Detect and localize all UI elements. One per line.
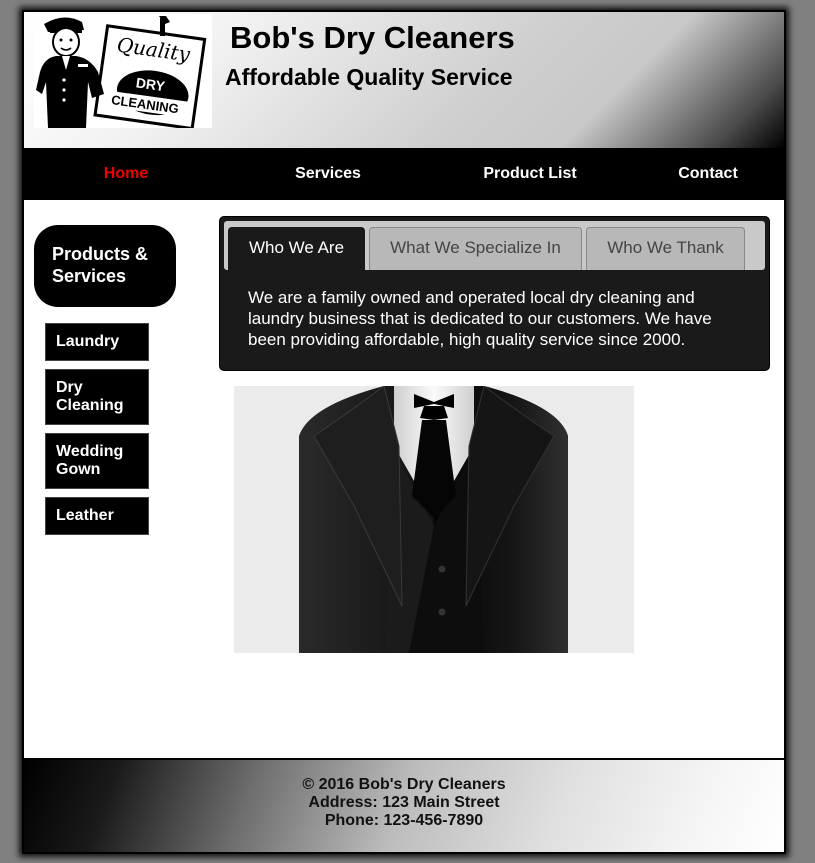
black-tuxedo-suit-image: [234, 385, 634, 653]
tab-content-text: We are a family owned and operated local…: [248, 288, 712, 349]
tab-who-we-thank[interactable]: Who We Thank: [586, 227, 745, 270]
tab-who-we-are[interactable]: Who We Are: [228, 227, 365, 270]
footer-address: Address: 123 Main Street: [308, 794, 500, 811]
sidebar-item-wedding-gown[interactable]: Wedding Gown: [45, 433, 149, 489]
site-tagline: Affordable Quality Service: [225, 64, 513, 90]
footer-copyright: © 2016 Bob's Dry Cleaners: [302, 776, 506, 793]
sidebar-item-leather[interactable]: Leather: [45, 497, 149, 535]
tab-strip: Who We Are What We Specialize In Who We …: [224, 221, 765, 270]
nav-contact-link[interactable]: Contact: [678, 148, 738, 200]
nav-home-link[interactable]: Home: [104, 148, 148, 200]
main-nav: Home Services Product List Contact: [24, 148, 784, 200]
site-footer: © 2016 Bob's Dry Cleaners Address: 123 M…: [24, 758, 784, 852]
page-container: Quality DRY CLEANING Bob's Dry Cleaners …: [22, 10, 786, 854]
footer-phone: Phone: 123-456-7890: [324, 812, 484, 829]
site-title: Bob's Dry Cleaners: [230, 20, 515, 55]
tab-what-we-specialize-in[interactable]: What We Specialize In: [369, 227, 582, 270]
tabs-panel: Who We Are What We Specialize In Who We …: [219, 216, 770, 371]
nav-services-link[interactable]: Services: [295, 148, 361, 200]
nav-product-list-link[interactable]: Product List: [483, 148, 576, 200]
quality-dry-cleaning-logo[interactable]: Quality DRY CLEANING: [34, 14, 212, 131]
sidebar-item-dry-cleaning[interactable]: Dry Cleaning: [45, 369, 149, 425]
sidebar-heading: Products & Services: [34, 225, 176, 307]
sidebar-item-laundry[interactable]: Laundry: [45, 323, 149, 361]
site-header: Quality DRY CLEANING Bob's Dry Cleaners …: [24, 12, 784, 148]
